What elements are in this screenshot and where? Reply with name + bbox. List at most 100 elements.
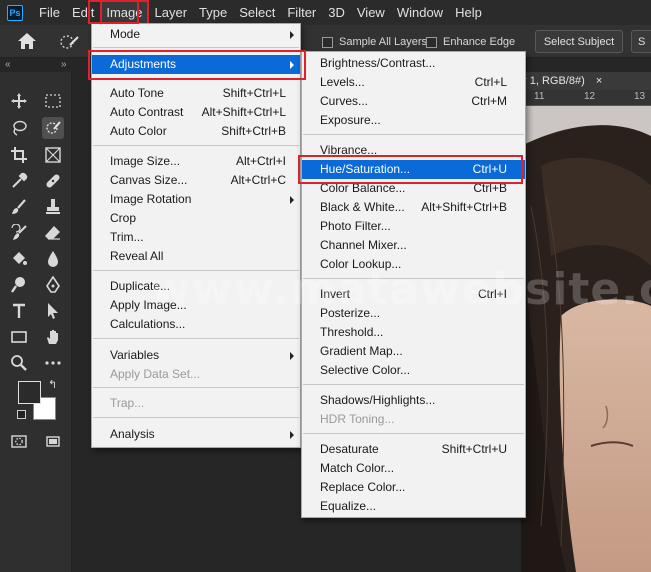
menu-item-desaturate[interactable]: Desaturate Shift+Ctrl+U xyxy=(302,440,525,459)
menu-item-shadows-highlights[interactable]: Shadows/Highlights... xyxy=(302,391,525,410)
home-icon[interactable] xyxy=(17,32,37,50)
eyedropper-tool-icon[interactable] xyxy=(8,170,30,192)
menu-item-trim[interactable]: Trim... xyxy=(92,228,300,247)
menu-item-match-color[interactable]: Match Color... xyxy=(302,459,525,478)
rectangle-tool-icon[interactable] xyxy=(8,326,30,348)
zoom-tool-icon[interactable] xyxy=(8,352,30,374)
submenu-arrow-icon xyxy=(290,61,294,69)
foreground-color-swatch[interactable] xyxy=(18,381,41,404)
eraser-tool-icon[interactable] xyxy=(42,222,64,244)
menu-item-replace-color[interactable]: Replace Color... xyxy=(302,478,525,497)
menu-item-hue-saturation[interactable]: Hue/Saturation... Ctrl+U xyxy=(302,160,525,179)
menu-item-invert[interactable]: Invert Ctrl+I xyxy=(302,285,525,304)
menu-item-variables[interactable]: Variables xyxy=(92,346,300,365)
paint-bucket-tool-icon[interactable] xyxy=(8,248,30,270)
brush-tool-icon[interactable] xyxy=(8,196,30,218)
menu-item-calculations[interactable]: Calculations... xyxy=(92,315,300,334)
menu-image[interactable]: Image xyxy=(100,0,149,25)
menu-item-label: Auto Tone xyxy=(110,86,164,100)
menu-item-adjustments[interactable]: Adjustments xyxy=(92,55,300,74)
checkbox-box[interactable] xyxy=(322,36,333,48)
menu-item-color-balance[interactable]: Color Balance... Ctrl+B xyxy=(302,179,525,198)
menu-item-image-size[interactable]: Image Size... Alt+Ctrl+I xyxy=(92,152,300,171)
menu-item-analysis[interactable]: Analysis xyxy=(92,425,300,444)
default-colors-icon[interactable] xyxy=(17,410,26,419)
select-subject-button[interactable]: Select Subject xyxy=(535,30,623,53)
move-tool-icon[interactable] xyxy=(8,90,30,112)
sample-all-layers-checkbox[interactable]: Sample All Layers xyxy=(322,36,427,48)
menu-item-label: Threshold... xyxy=(320,325,384,339)
menu-item-auto-contrast[interactable]: Auto Contrast Alt+Shift+Ctrl+L xyxy=(92,103,300,122)
select-and-mask-button[interactable]: S xyxy=(631,30,651,53)
screen-mode-icon[interactable] xyxy=(42,430,64,452)
menu-item-reveal-all[interactable]: Reveal All xyxy=(92,247,300,266)
type-tool-icon[interactable] xyxy=(8,300,30,322)
menu-item-mode[interactable]: Mode xyxy=(92,25,300,44)
enhance-edge-checkbox[interactable]: Enhance Edge xyxy=(426,36,515,48)
history-brush-tool-icon[interactable] xyxy=(8,222,30,244)
hand-tool-icon[interactable] xyxy=(42,326,64,348)
frame-tool-icon[interactable] xyxy=(42,144,64,166)
menu-help[interactable]: Help xyxy=(449,0,488,25)
menu-item-photo-filter[interactable]: Photo Filter... xyxy=(302,217,525,236)
more-tools-icon[interactable] xyxy=(42,352,64,374)
menu-item-color-lookup[interactable]: Color Lookup... xyxy=(302,255,525,274)
menu-item-auto-tone[interactable]: Auto Tone Shift+Ctrl+L xyxy=(92,84,300,103)
menu-type[interactable]: Type xyxy=(193,0,233,25)
document-tab-title: r 1, RGB/8#) xyxy=(523,75,585,87)
lasso-tool-icon[interactable] xyxy=(8,117,30,139)
menu-item-channel-mixer[interactable]: Channel Mixer... xyxy=(302,236,525,255)
menu-item-shortcut: Shift+Ctrl+U xyxy=(441,442,507,456)
menu-layer[interactable]: Layer xyxy=(149,0,194,25)
collapse-tools-icon[interactable]: « xyxy=(5,58,11,72)
menu-item-label: Gradient Map... xyxy=(320,344,403,358)
menu-item-selective-color[interactable]: Selective Color... xyxy=(302,361,525,380)
marquee-tool-icon[interactable] xyxy=(42,90,64,112)
document-tab[interactable]: r 1, RGB/8#) × xyxy=(521,72,651,90)
menu-item-curves[interactable]: Curves... Ctrl+M xyxy=(302,92,525,111)
dodge-tool-icon[interactable] xyxy=(8,274,30,296)
healing-brush-tool-icon[interactable] xyxy=(42,170,64,192)
menu-item-levels[interactable]: Levels... Ctrl+L xyxy=(302,73,525,92)
quick-selection-icon[interactable] xyxy=(58,33,80,51)
clone-stamp-tool-icon[interactable] xyxy=(42,196,64,218)
menu-item-vibrance[interactable]: Vibrance... xyxy=(302,141,525,160)
path-selection-tool-icon[interactable] xyxy=(42,300,64,322)
horizontal-ruler: 11 12 13 xyxy=(521,90,651,106)
pen-tool-icon[interactable] xyxy=(42,274,64,296)
menu-item-crop[interactable]: Crop xyxy=(92,209,300,228)
menu-item-posterize[interactable]: Posterize... xyxy=(302,304,525,323)
menu-item-label: Match Color... xyxy=(320,461,395,475)
menu-item-threshold[interactable]: Threshold... xyxy=(302,323,525,342)
menu-item-label: Calculations... xyxy=(110,317,186,331)
swap-colors-icon[interactable]: ↰ xyxy=(48,378,57,391)
menu-item-black-white[interactable]: Black & White... Alt+Shift+Ctrl+B xyxy=(302,198,525,217)
menu-item-shortcut: Ctrl+U xyxy=(472,162,507,176)
menu-filter[interactable]: Filter xyxy=(281,0,322,25)
menu-item-gradient-map[interactable]: Gradient Map... xyxy=(302,342,525,361)
quick-mask-icon[interactable] xyxy=(8,430,30,452)
canvas-photo[interactable] xyxy=(521,106,651,572)
close-icon[interactable]: × xyxy=(596,75,602,87)
menu-item-duplicate[interactable]: Duplicate... xyxy=(92,277,300,296)
menu-item-label: Vibrance... xyxy=(320,143,378,157)
crop-tool-icon[interactable] xyxy=(8,144,30,166)
menu-edit[interactable]: Edit xyxy=(66,0,100,25)
menu-item-apply-image[interactable]: Apply Image... xyxy=(92,296,300,315)
checkbox-box[interactable] xyxy=(426,36,437,48)
menu-window[interactable]: Window xyxy=(391,0,449,25)
menu-item-equalize[interactable]: Equalize... xyxy=(302,497,525,516)
menu-separator xyxy=(93,270,299,271)
menu-file[interactable]: File xyxy=(33,0,66,25)
menu-item-image-rotation[interactable]: Image Rotation xyxy=(92,190,300,209)
expand-icon[interactable]: » xyxy=(61,58,67,72)
menu-view[interactable]: View xyxy=(351,0,391,25)
blur-tool-icon[interactable] xyxy=(42,248,64,270)
menu-item-auto-color[interactable]: Auto Color Shift+Ctrl+B xyxy=(92,122,300,141)
quick-selection-tool-icon[interactable] xyxy=(42,117,64,139)
menu-item-canvas-size[interactable]: Canvas Size... Alt+Ctrl+C xyxy=(92,171,300,190)
menu-item-exposure[interactable]: Exposure... xyxy=(302,111,525,130)
menu-item-brightness-contrast[interactable]: Brightness/Contrast... xyxy=(302,54,525,73)
menu-select[interactable]: Select xyxy=(233,0,281,25)
menu-3d[interactable]: 3D xyxy=(322,0,351,25)
